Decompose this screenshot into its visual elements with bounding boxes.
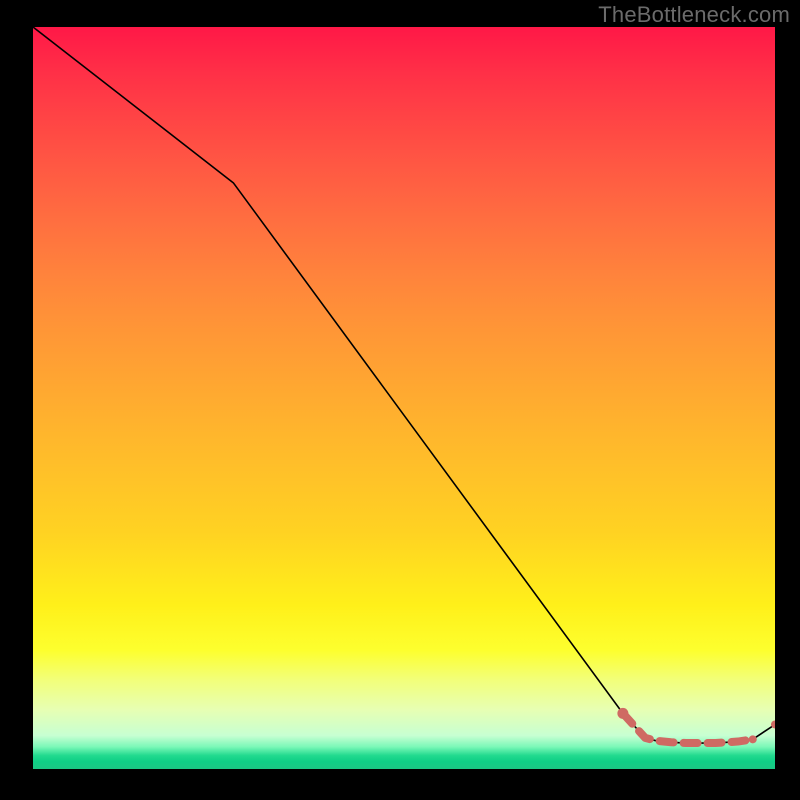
chart-frame: TheBottleneck.com [0,0,800,800]
watermark-text: TheBottleneck.com [598,2,790,28]
chart-svg [33,27,775,769]
highlight-path [617,708,752,743]
end-markers [749,720,775,743]
plot-area [33,27,775,769]
main-curve-path [33,27,775,743]
